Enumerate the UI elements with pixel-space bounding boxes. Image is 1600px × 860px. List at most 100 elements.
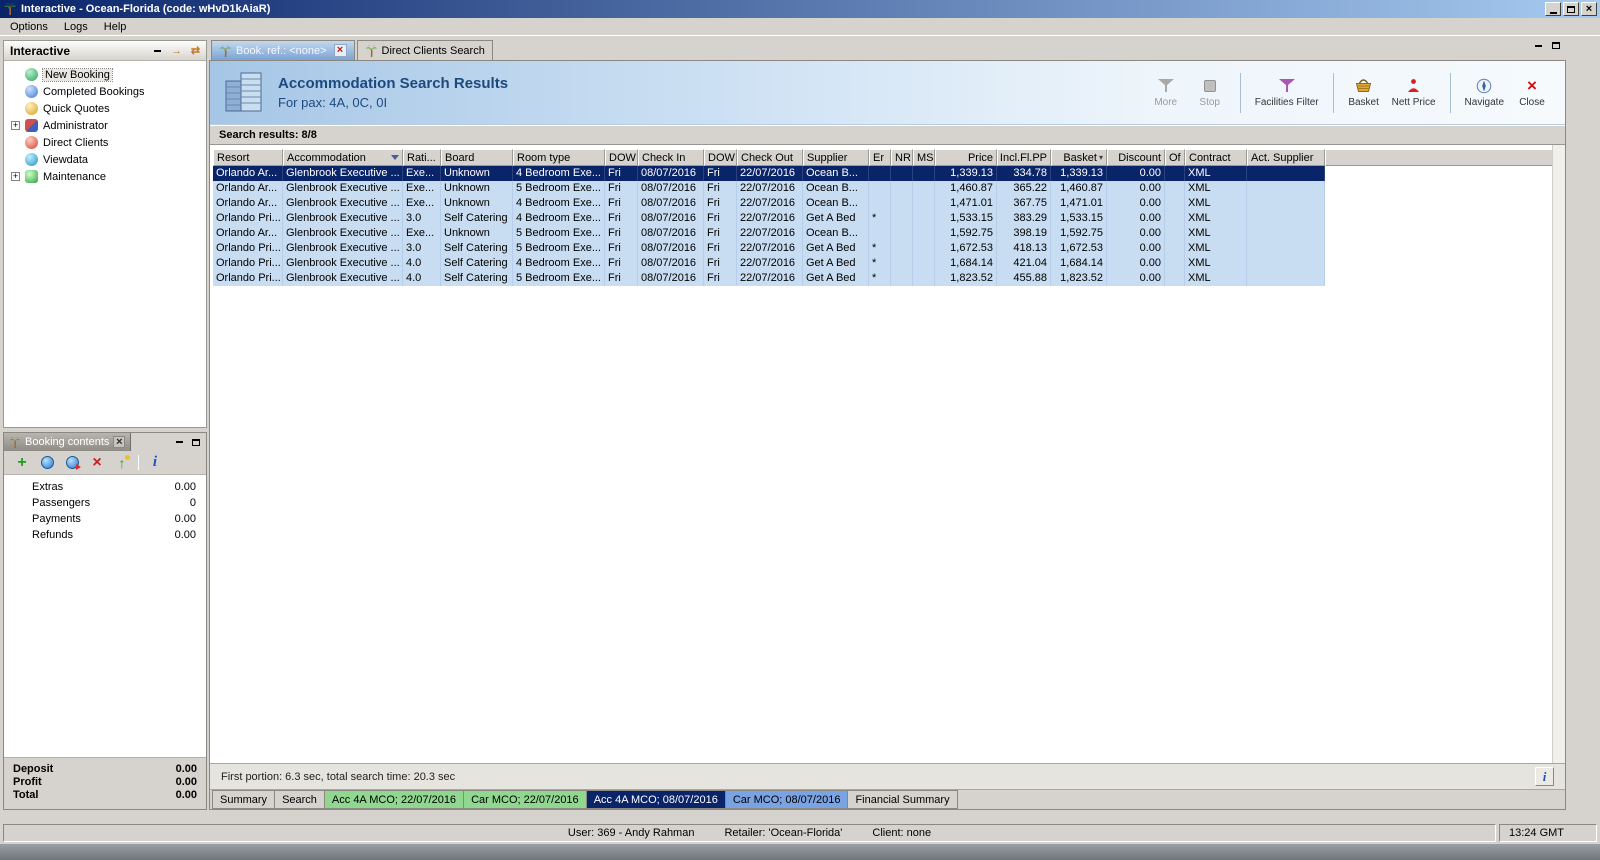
cell-resort: Orlando Ar... bbox=[213, 226, 283, 241]
menu-item-options[interactable]: Options bbox=[2, 20, 56, 34]
view-minimize-icon[interactable] bbox=[1531, 39, 1545, 52]
cell-board: Self Catering bbox=[441, 241, 513, 256]
panel-minimize-icon[interactable] bbox=[172, 436, 186, 449]
result-row[interactable]: Orlando Ar... Glenbrook Executive ... Exe.… bbox=[213, 196, 1325, 211]
navigate-button[interactable]: Navigate bbox=[1460, 69, 1509, 117]
tab-direct-clients-search[interactable]: Direct Clients Search bbox=[356, 40, 493, 60]
column-header-act-supplier[interactable]: Act. Supplier bbox=[1247, 149, 1325, 166]
column-header-basket[interactable]: Basket ▾ bbox=[1051, 149, 1107, 166]
close-tab-icon[interactable]: × bbox=[333, 44, 347, 57]
column-header-er[interactable]: Er bbox=[869, 149, 891, 166]
column-header-label: Price bbox=[967, 151, 993, 164]
bottom-tab-financial-summary[interactable]: Financial Summary bbox=[847, 790, 958, 809]
column-header-label: Resort bbox=[217, 151, 250, 164]
cell-nr bbox=[891, 166, 913, 181]
tab-book-ref-none[interactable]: Book. ref.: <none> × bbox=[211, 40, 355, 60]
booking-tool-globe-icon[interactable] bbox=[38, 454, 56, 472]
booking-tool-add-icon[interactable] bbox=[13, 454, 31, 472]
pax-subtitle: For pax: 4A, 0C, 0I bbox=[278, 95, 388, 110]
cell-of bbox=[1165, 166, 1185, 181]
column-header-discount[interactable]: Discount bbox=[1107, 149, 1165, 166]
cell-rati: 3.0 bbox=[403, 241, 441, 256]
sidebar-item-quick-quotes[interactable]: Quick Quotes bbox=[4, 100, 206, 117]
panel-link-icon[interactable]: ⇄ bbox=[187, 43, 204, 59]
result-row[interactable]: Orlando Pri... Glenbrook Executive ... 4.0… bbox=[213, 271, 1325, 286]
column-header-accommodation[interactable]: Accommodation bbox=[283, 149, 403, 166]
booking-contents-tab[interactable]: Booking contents × bbox=[4, 433, 132, 451]
column-header-supplier[interactable]: Supplier bbox=[803, 149, 869, 166]
expand-icon[interactable]: + bbox=[11, 121, 20, 130]
column-header-dow[interactable]: DOW bbox=[605, 149, 638, 166]
column-header-check-out[interactable]: Check Out bbox=[737, 149, 803, 166]
booking-tool-export-globe-icon[interactable] bbox=[63, 454, 81, 472]
facilities-filter-button[interactable]: Facilities Filter bbox=[1250, 69, 1324, 117]
column-header-dow[interactable]: DOW bbox=[704, 149, 737, 166]
booking-tool-promote-icon[interactable] bbox=[113, 454, 131, 472]
column-header-check-in[interactable]: Check In bbox=[638, 149, 704, 166]
nett-price-button[interactable]: Nett Price bbox=[1387, 69, 1441, 117]
sidebar-item-maintenance[interactable]: + Maintenance bbox=[4, 168, 206, 185]
column-header-resort[interactable]: Resort bbox=[213, 149, 283, 166]
booking-tool-info-icon[interactable] bbox=[146, 454, 164, 472]
view-maximize-icon[interactable] bbox=[1549, 39, 1563, 52]
panel-maximize-icon[interactable] bbox=[189, 436, 203, 449]
result-row[interactable]: Orlando Ar... Glenbrook Executive ... Exe.… bbox=[213, 181, 1325, 196]
column-header-ms[interactable]: MS bbox=[913, 149, 935, 166]
bottom-tab-acc-4a-mco-22-07-2016[interactable]: Acc 4A MCO; 22/07/2016 bbox=[323, 790, 465, 809]
completed-bookings-icon bbox=[25, 85, 38, 98]
bottom-tab-bar: Summary Search Acc 4A MCO; 22/07/2016 Car M… bbox=[210, 789, 1565, 809]
more-icon bbox=[1157, 77, 1174, 94]
expand-icon[interactable]: + bbox=[11, 172, 20, 181]
bottom-tab-car-mco-22-07-2016[interactable]: Car MCO; 22/07/2016 bbox=[463, 790, 587, 809]
bottom-tab-summary[interactable]: Summary bbox=[212, 790, 276, 809]
cell-contract: XML bbox=[1185, 211, 1247, 226]
column-header-incl-fl-pp[interactable]: Incl.Fl.PP bbox=[997, 149, 1051, 166]
result-row[interactable]: Orlando Ar... Glenbrook Executive ... Exe.… bbox=[213, 226, 1325, 241]
info-button[interactable]: i bbox=[1535, 767, 1554, 786]
toolbar-separator bbox=[1449, 72, 1451, 113]
booking-contents-list: Extras 0.00 Passengers 0 Payments 0.00 Refunds… bbox=[4, 475, 206, 758]
close-window-icon[interactable]: × bbox=[1581, 2, 1597, 16]
result-row[interactable]: Orlando Pri... Glenbrook Executive ... 3.0… bbox=[213, 211, 1325, 226]
maximize-icon[interactable] bbox=[1563, 2, 1579, 16]
panel-forward-icon[interactable]: → bbox=[168, 43, 185, 59]
sidebar-item-new-booking[interactable]: New Booking bbox=[4, 66, 206, 83]
workspace-tab-bar: Book. ref.: <none> × Direct Clients Search bbox=[209, 38, 1566, 60]
bottom-tab-acc-4a-mco-08-07-2016[interactable]: Acc 4A MCO; 08/07/2016 bbox=[585, 790, 726, 809]
sidebar-item-direct-clients[interactable]: Direct Clients bbox=[4, 134, 206, 151]
bottom-tab-search[interactable]: Search bbox=[274, 790, 325, 809]
result-row[interactable]: Orlando Ar... Glenbrook Executive ... Exe.… bbox=[213, 166, 1325, 181]
cell-discount: 0.00 bbox=[1107, 226, 1165, 241]
basket-button[interactable]: Basket bbox=[1343, 69, 1385, 117]
minimize-icon[interactable] bbox=[1545, 2, 1561, 16]
cell-ms bbox=[913, 241, 935, 256]
column-header-board[interactable]: Board bbox=[441, 149, 513, 166]
column-header-room-type[interactable]: Room type bbox=[513, 149, 605, 166]
column-header-nr[interactable]: NR bbox=[891, 149, 913, 166]
close-panel-icon[interactable]: × bbox=[113, 436, 126, 448]
result-row[interactable]: Orlando Pri... Glenbrook Executive ... 3.0… bbox=[213, 241, 1325, 256]
column-header-contract[interactable]: Contract bbox=[1185, 149, 1247, 166]
booking-tool-delete-icon[interactable] bbox=[88, 454, 106, 472]
column-header-label: DOW bbox=[609, 151, 636, 164]
bottom-tab-car-mco-08-07-2016[interactable]: Car MCO; 08/07/2016 bbox=[724, 790, 849, 809]
cell-discount: 0.00 bbox=[1107, 211, 1165, 226]
menu-item-logs[interactable]: Logs bbox=[56, 20, 96, 34]
column-header-price[interactable]: Price bbox=[935, 149, 997, 166]
sidebar-item-completed-bookings[interactable]: Completed Bookings bbox=[4, 83, 206, 100]
close-button[interactable]: × Close bbox=[1511, 69, 1553, 117]
cell-basket: 1,672.53 bbox=[1051, 241, 1107, 256]
sidebar-item-viewdata[interactable]: Viewdata bbox=[4, 151, 206, 168]
cell-resort: Orlando Ar... bbox=[213, 166, 283, 181]
sidebar-item-administrator[interactable]: + Administrator bbox=[4, 117, 206, 134]
column-header-of[interactable]: Of bbox=[1165, 149, 1185, 166]
column-header-rati[interactable]: Rati... bbox=[403, 149, 441, 166]
booking-row-label: Payments bbox=[32, 513, 81, 525]
menu-item-help[interactable]: Help bbox=[96, 20, 135, 34]
result-row[interactable]: Orlando Pri... Glenbrook Executive ... 4.0… bbox=[213, 256, 1325, 271]
panel-minimize-icon[interactable] bbox=[149, 43, 166, 59]
cell-accommodation: Glenbrook Executive ... bbox=[283, 271, 403, 286]
stop-icon bbox=[1203, 77, 1216, 94]
basket-icon bbox=[1355, 77, 1372, 94]
table-scrollbar[interactable] bbox=[1552, 145, 1565, 763]
